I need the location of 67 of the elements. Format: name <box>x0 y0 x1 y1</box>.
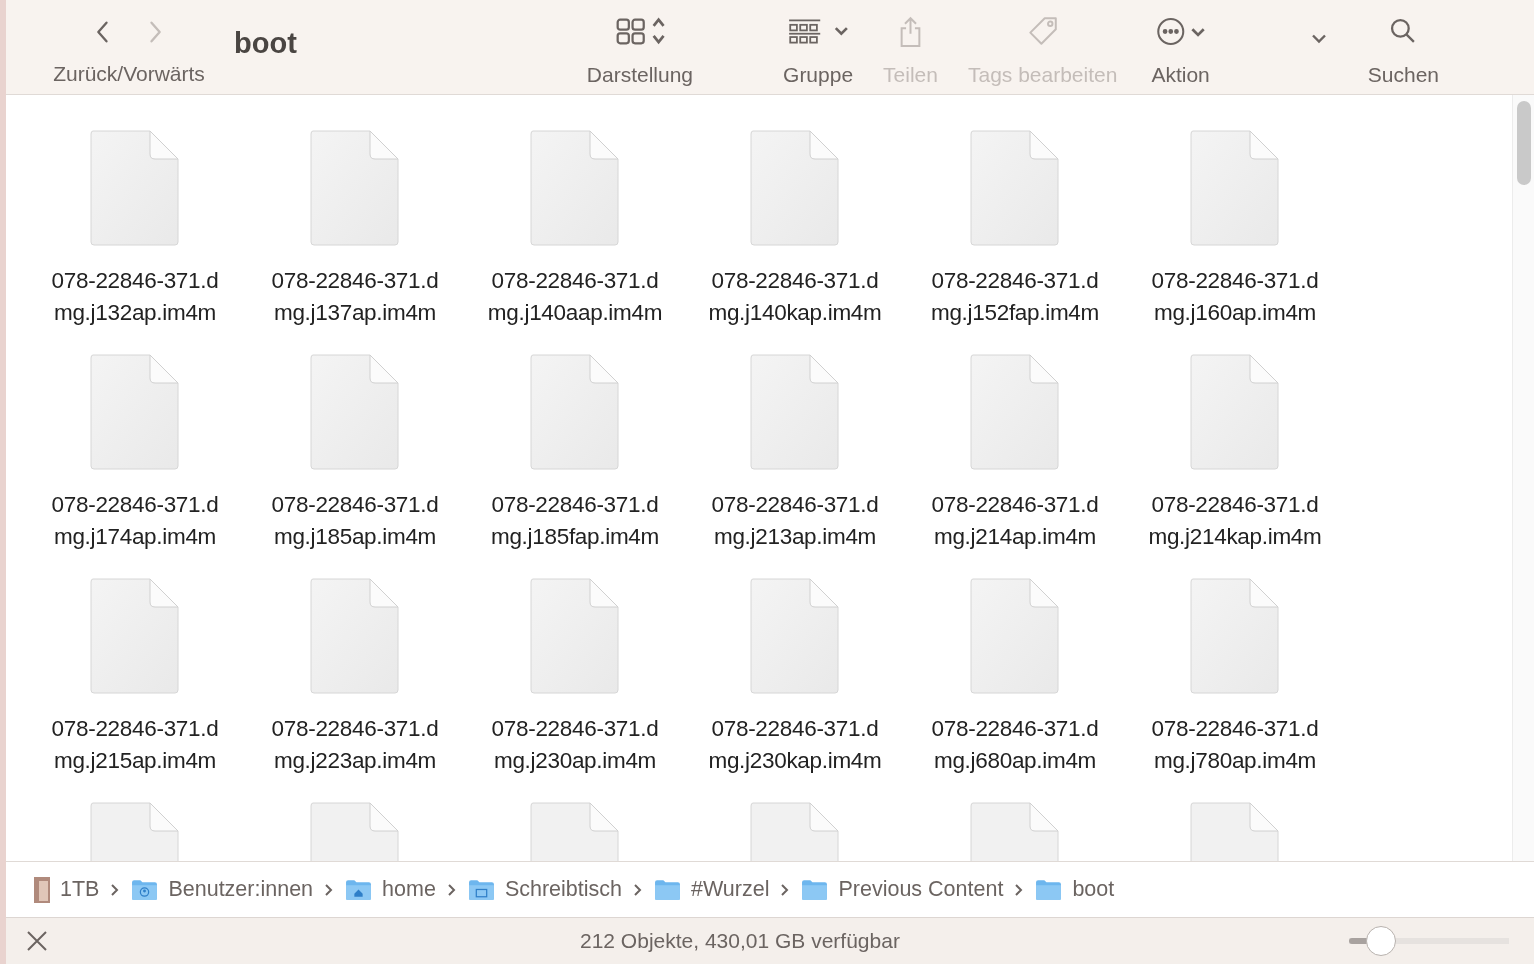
document-icon[interactable] <box>530 130 620 247</box>
file-name: 078-22846-371.d mg.j230ap.im4m <box>491 715 659 775</box>
folder-icon <box>801 878 829 901</box>
path-item[interactable]: boot <box>1035 877 1115 902</box>
document-icon[interactable] <box>1190 354 1280 471</box>
file-name: 078-22846-371.d mg.j140aap.im4m <box>487 267 663 327</box>
document-icon[interactable] <box>750 578 840 695</box>
toolbar-label: Zurück/Vorwärts <box>53 62 205 86</box>
chevron-right-icon <box>325 883 334 896</box>
toolbar-label: Darstellung <box>586 63 694 88</box>
status-text: 212 Objekte, 430,01 GB verfügbar <box>580 929 900 953</box>
toolbar-label: Suchen <box>1367 63 1440 88</box>
document-icon[interactable] <box>1190 578 1280 695</box>
document-icon[interactable] <box>310 578 400 695</box>
ellipsis-circle-icon[interactable] <box>1155 16 1206 47</box>
file-name: 078-22846-371.d mg.j185fap.im4m <box>490 491 660 551</box>
document-icon[interactable] <box>310 130 400 247</box>
file-name: 078-22846-371.d mg.j223ap.im4m <box>271 715 439 775</box>
tools-crossed-icon[interactable] <box>26 930 48 952</box>
file-name: 078-22846-371.d mg.j214kap.im4m <box>1148 491 1322 551</box>
document-icon[interactable] <box>90 578 180 695</box>
path-item[interactable]: 1TB <box>34 876 100 903</box>
file-name: 078-22846-371.d mg.j152fap.im4m <box>930 267 1100 327</box>
document-icon[interactable] <box>1190 130 1280 247</box>
file-name: 078-22846-371.d mg.j215ap.im4m <box>51 715 219 775</box>
file-name: 078-22846-371.d mg.j132ap.im4m <box>51 267 219 327</box>
user-folder-icon <box>131 878 159 901</box>
toolbar-label: Aktion <box>1151 63 1210 88</box>
document-icon[interactable] <box>310 354 400 471</box>
file-name: 078-22846-371.d mg.j185ap.im4m <box>271 491 439 551</box>
chevron-right-icon <box>634 883 642 896</box>
path-item[interactable]: #Wurzel <box>654 877 770 902</box>
path-item[interactable]: home <box>345 877 436 902</box>
file-name: 078-22846-371.d mg.j137ap.im4m <box>271 267 439 327</box>
document-icon[interactable] <box>970 354 1060 471</box>
window-title: boot <box>234 27 297 60</box>
chevron-right-icon <box>111 883 120 896</box>
file-name: 078-22846-371.d mg.j160ap.im4m <box>1151 267 1319 327</box>
document-icon[interactable] <box>970 130 1060 247</box>
home-folder-icon <box>345 878 373 901</box>
file-name: 078-22846-371.d mg.j174ap.im4m <box>51 491 219 551</box>
file-name: 078-22846-371.d mg.j230kap.im4m <box>708 715 882 775</box>
document-icon[interactable] <box>750 354 840 471</box>
chevron-right-icon <box>447 883 456 896</box>
scrollbar-thumb[interactable] <box>1517 101 1531 185</box>
toolbar-label: Gruppe <box>783 63 854 88</box>
file-name: 078-22846-371.d mg.j140kap.im4m <box>708 267 882 327</box>
folder-icon <box>1035 878 1063 901</box>
document-icon[interactable] <box>90 354 180 471</box>
desktop-folder-icon <box>467 878 495 901</box>
file-name: 078-22846-371.d mg.j780ap.im4m <box>1151 715 1319 775</box>
path-item[interactable]: Schreibtisch <box>467 877 622 902</box>
document-icon[interactable] <box>530 354 620 471</box>
drive-thumbnail-icon <box>34 876 50 903</box>
file-name: 078-22846-371.d mg.j680ap.im4m <box>931 715 1099 775</box>
path-item[interactable]: Previous Content <box>801 877 1004 902</box>
document-icon[interactable] <box>90 130 180 247</box>
folder-icon <box>654 878 681 901</box>
document-icon[interactable] <box>970 578 1060 695</box>
grid-view-icon[interactable] <box>614 16 665 47</box>
document-icon[interactable] <box>750 130 840 247</box>
chevron-right-icon <box>781 883 790 896</box>
file-name: 078-22846-371.d mg.j213ap.im4m <box>711 491 879 551</box>
chevron-right-icon <box>1015 883 1024 896</box>
file-name: 078-22846-371.d mg.j214ap.im4m <box>931 491 1099 551</box>
path-item[interactable]: Benutzer:innen <box>131 877 314 902</box>
document-icon[interactable] <box>530 578 620 695</box>
